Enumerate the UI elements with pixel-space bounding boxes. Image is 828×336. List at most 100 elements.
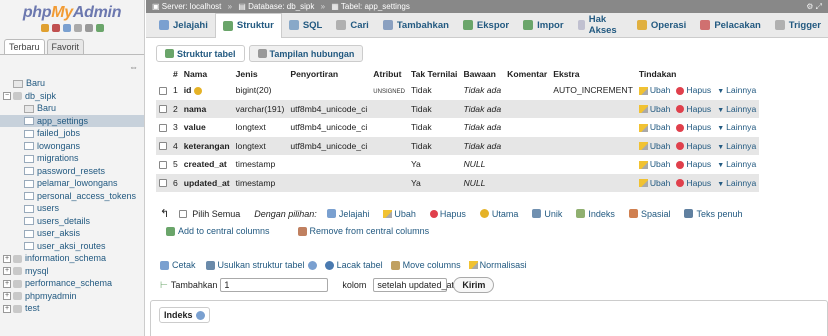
tab-tambahkan[interactable]: Tambahkan — [376, 13, 456, 38]
breadcrumb-table[interactable]: Tabel: app_settings — [341, 2, 410, 11]
row-select-cell[interactable] — [156, 136, 170, 155]
expand-toggle-icon[interactable]: + — [3, 267, 11, 276]
tree-table-item[interactable]: password_resets — [0, 165, 144, 178]
row-select-cell[interactable] — [156, 118, 170, 137]
breadcrumb-server[interactable]: Server: localhost — [162, 2, 222, 11]
link-with-main-icon[interactable]: ⇔ — [129, 62, 138, 72]
bulk-fulltext-button[interactable]: Teks penuh — [684, 209, 743, 219]
edit-column-button[interactable]: Ubah — [635, 99, 674, 118]
tree-table-item[interactable]: lowongans — [0, 140, 144, 153]
column-name[interactable]: id — [180, 81, 233, 100]
settings-icon[interactable] — [84, 24, 93, 32]
tree-database-item[interactable]: + performance_schema — [0, 277, 144, 290]
column-name[interactable]: value — [180, 118, 233, 137]
more-actions-button[interactable]: ▼ Lainnya — [714, 136, 760, 155]
docs-icon[interactable] — [73, 24, 82, 32]
more-actions-button[interactable]: ▼ Lainnya — [714, 81, 760, 100]
drop-column-button[interactable]: Hapus — [673, 155, 715, 174]
row-checkbox[interactable] — [159, 160, 167, 169]
row-select-cell[interactable] — [156, 173, 170, 192]
row-select-cell[interactable] — [156, 81, 170, 100]
submit-button[interactable]: Kirim — [453, 277, 495, 293]
edit-column-button[interactable]: Ubah — [635, 118, 674, 137]
drop-column-button[interactable]: Hapus — [673, 81, 715, 100]
query-window-icon[interactable] — [62, 24, 71, 32]
reload-icon[interactable] — [95, 24, 104, 32]
tab-favorites[interactable]: Favorit — [46, 39, 85, 54]
help-icon[interactable] — [307, 260, 317, 270]
tab-trigger[interactable]: Trigger — [768, 13, 828, 38]
column-name[interactable]: nama — [180, 99, 233, 118]
tab-struktur[interactable]: Struktur — [214, 12, 282, 38]
position-select[interactable]: setelah updated_at ⌄ — [373, 278, 464, 292]
tree-table-item[interactable]: migrations — [0, 152, 144, 165]
row-checkbox[interactable] — [159, 86, 167, 95]
tree-table-item[interactable]: failed_jobs — [0, 127, 144, 140]
tab-jelajahi[interactable]: Jelajahi — [152, 13, 215, 38]
tab-ekspor[interactable]: Ekspor — [456, 13, 516, 38]
tab-impor[interactable]: Impor — [516, 13, 570, 38]
tree-table-item[interactable]: users_details — [0, 215, 144, 228]
tab-relation-view[interactable]: Tampilan hubungan — [248, 45, 364, 62]
bulk-drop-button[interactable]: Hapus — [429, 209, 466, 219]
tree-database-item[interactable]: + test — [0, 302, 144, 315]
tab-hak-akses[interactable]: Hak Akses — [571, 13, 630, 38]
bulk-index-button[interactable]: Indeks — [576, 209, 615, 219]
move-columns-button[interactable]: Move columns — [390, 260, 461, 270]
tab-pelacakan[interactable]: Pelacakan — [693, 13, 767, 38]
bulk-unique-button[interactable]: Unik — [532, 209, 562, 219]
drop-column-button[interactable]: Hapus — [673, 173, 715, 192]
bulk-primary-button[interactable]: Utama — [479, 209, 518, 219]
tree-table-item[interactable]: user_aksis — [0, 227, 144, 240]
column-name[interactable]: keterangan — [180, 136, 233, 155]
tree-database-item[interactable]: + mysql — [0, 265, 144, 278]
expand-toggle-icon[interactable]: + — [3, 279, 11, 288]
tree-new-item[interactable]: Baru — [0, 102, 144, 115]
normalize-button[interactable]: Normalisasi — [468, 260, 527, 270]
tree-database-item[interactable]: + information_schema — [0, 252, 144, 265]
bulk-edit-button[interactable]: Ubah — [383, 209, 416, 219]
add-central-columns-button[interactable]: Add to central columns — [166, 226, 270, 236]
more-actions-button[interactable]: ▼ Lainnya — [714, 173, 760, 192]
drop-column-button[interactable]: Hapus — [673, 136, 715, 155]
tab-recent[interactable]: Terbaru — [4, 39, 45, 54]
drop-column-button[interactable]: Hapus — [673, 99, 715, 118]
expand-toggle-icon[interactable]: + — [3, 292, 11, 301]
edit-column-button[interactable]: Ubah — [635, 155, 674, 174]
check-all-label[interactable]: Pilih Semua — [192, 209, 240, 219]
remove-central-columns-button[interactable]: Remove from central columns — [297, 226, 429, 236]
tab-operasi[interactable]: Operasi — [630, 13, 693, 38]
more-actions-button[interactable]: ▼ Lainnya — [714, 155, 760, 174]
expand-toggle-icon[interactable]: + — [3, 304, 11, 313]
logout-icon[interactable] — [51, 24, 60, 32]
tree-table-item[interactable]: pelamar_lowongans — [0, 177, 144, 190]
column-name[interactable]: created_at — [180, 155, 233, 174]
indexes-legend[interactable]: Indeks — [159, 307, 210, 324]
bulk-browse-button[interactable]: Jelajahi — [326, 209, 369, 219]
tab-cari[interactable]: Cari — [329, 13, 375, 38]
expand-toggle-icon[interactable]: − — [3, 92, 11, 101]
tree-new-item[interactable]: Baru — [0, 77, 144, 90]
edit-column-button[interactable]: Ubah — [635, 136, 674, 155]
tab-sql[interactable]: SQL — [282, 13, 330, 38]
breadcrumb-database[interactable]: Database: db_sipk — [248, 2, 314, 11]
row-select-cell[interactable] — [156, 155, 170, 174]
tree-table-item[interactable]: personal_access_tokens — [0, 190, 144, 203]
tree-table-item[interactable]: app_settings — [0, 114, 144, 127]
edit-column-button[interactable]: Ubah — [635, 81, 674, 100]
check-all-checkbox[interactable] — [179, 209, 188, 218]
bulk-spatial-button[interactable]: Spasial — [628, 209, 670, 219]
tree-database-item[interactable]: + phpmyadmin — [0, 290, 144, 303]
row-checkbox[interactable] — [159, 179, 167, 188]
help-icon[interactable] — [195, 311, 205, 321]
row-checkbox[interactable] — [159, 123, 167, 132]
more-actions-button[interactable]: ▼ Lainnya — [714, 99, 760, 118]
row-checkbox[interactable] — [159, 105, 167, 114]
track-table-button[interactable]: Lacak tabel — [324, 260, 383, 270]
tree-database-item[interactable]: − db_sipk — [0, 90, 144, 103]
column-name[interactable]: updated_at — [180, 173, 233, 192]
row-select-cell[interactable] — [156, 99, 170, 118]
gear-icon[interactable]: ⚙ ⤢ — [806, 0, 822, 13]
home-icon[interactable] — [40, 24, 49, 32]
expand-toggle-icon[interactable]: + — [3, 254, 11, 263]
